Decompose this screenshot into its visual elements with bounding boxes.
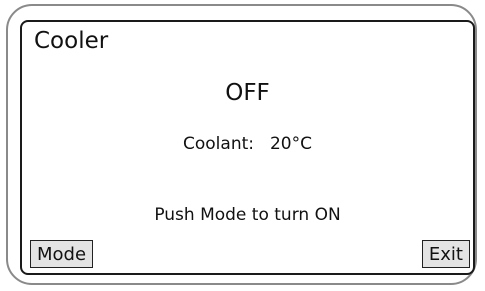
- cooler-status: OFF: [225, 80, 270, 106]
- mode-button[interactable]: Mode: [30, 240, 94, 268]
- exit-button[interactable]: Exit: [421, 240, 470, 268]
- lcd-screen: Cooler OFF Coolant: 20°C Push Mode to tur…: [20, 20, 475, 275]
- coolant-readout: Coolant: 20°C: [22, 134, 473, 154]
- coolant-label: Coolant:: [183, 134, 254, 154]
- instruction-text: Push Mode to turn ON: [154, 205, 341, 225]
- screen-title: Cooler: [34, 28, 109, 54]
- coolant-temperature: 20°C: [269, 134, 312, 154]
